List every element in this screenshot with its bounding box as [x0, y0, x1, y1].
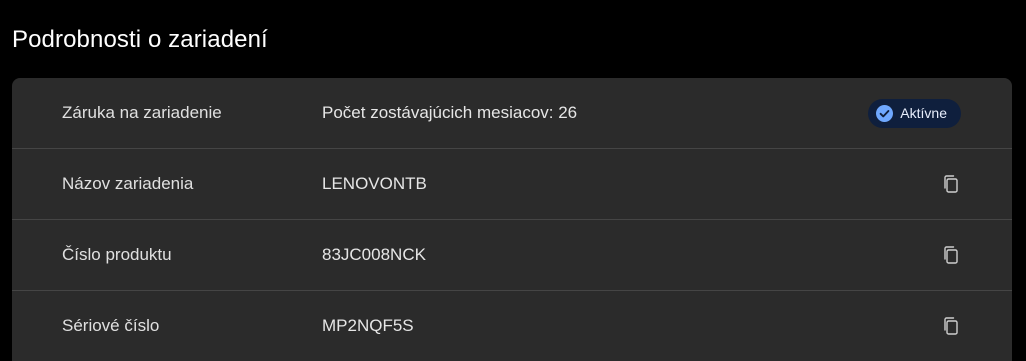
check-circle-icon — [876, 104, 894, 122]
device-name-label: Názov zariadenia — [62, 174, 194, 193]
serial-number-row: Sériové číslo MP2NQF5S — [12, 291, 1012, 361]
warranty-row: Záruka na zariadenie Počet zostávajúcich… — [12, 78, 1012, 149]
serial-number-label: Sériové číslo — [62, 316, 160, 335]
device-details-page: Podrobnosti o zariadení Záruka na zariad… — [0, 0, 1026, 361]
warranty-status-badge: Aktívne — [868, 98, 961, 128]
device-name-row: Názov zariadenia LENOVONTB — [12, 149, 1012, 220]
copy-icon — [944, 175, 958, 193]
copy-serial-number-button[interactable] — [940, 315, 962, 337]
warranty-value: Počet zostávajúcich mesiacov: 26 — [322, 103, 578, 122]
page-title: Podrobnosti o zariadení — [12, 26, 268, 53]
copy-icon — [944, 246, 958, 264]
warranty-status-text: Aktívne — [900, 105, 947, 121]
device-name-value: LENOVONTB — [322, 174, 427, 193]
copy-icon — [944, 317, 958, 335]
serial-number-value: MP2NQF5S — [322, 316, 414, 335]
device-details-card: Záruka na zariadenie Počet zostávajúcich… — [12, 78, 1012, 361]
copy-device-name-button[interactable] — [940, 173, 962, 195]
product-number-row: Číslo produktu 83JC008NCK — [12, 220, 1012, 291]
copy-product-number-button[interactable] — [940, 244, 962, 266]
product-number-value: 83JC008NCK — [322, 245, 426, 264]
product-number-label: Číslo produktu — [62, 245, 172, 264]
warranty-label: Záruka na zariadenie — [62, 103, 222, 122]
